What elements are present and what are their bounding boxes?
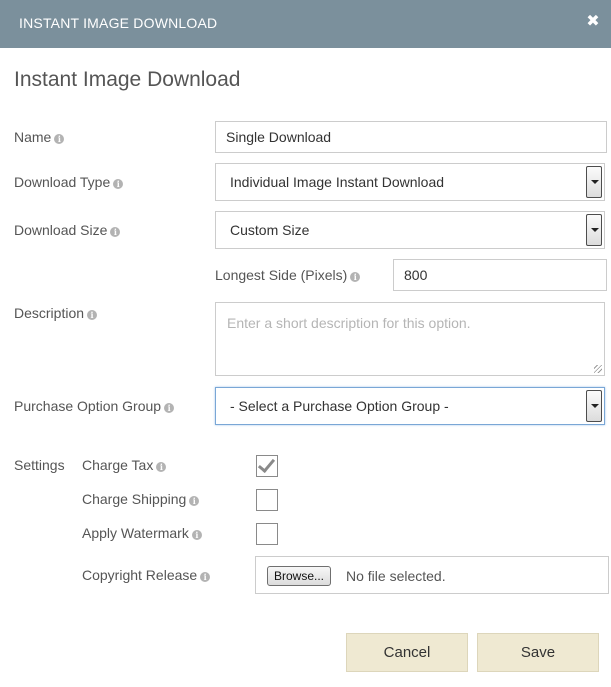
charge-tax-label: Charge Tax i [82, 457, 167, 473]
info-icon[interactable]: i [350, 272, 361, 282]
description-placeholder: Enter a short description for this optio… [227, 315, 471, 331]
name-input[interactable]: Single Download [215, 121, 607, 153]
resize-grip-icon[interactable] [594, 365, 602, 373]
download-size-label: Download Size i [14, 222, 121, 238]
purchase-option-group-label: Purchase Option Group i [14, 398, 175, 414]
dialog-title: INSTANT IMAGE DOWNLOAD [19, 15, 218, 31]
charge-shipping-checkbox[interactable] [256, 489, 278, 511]
chevron-down-icon[interactable] [586, 166, 602, 198]
info-icon[interactable]: i [110, 227, 121, 237]
save-button[interactable]: Save [477, 633, 599, 672]
charge-shipping-label: Charge Shipping i [82, 491, 200, 507]
info-icon[interactable]: i [164, 403, 175, 413]
page-title: Instant Image Download [14, 68, 241, 91]
settings-label: Settings [14, 457, 65, 473]
longest-side-label: Longest Side (Pixels) i [215, 267, 361, 283]
download-size-selected: Custom Size [230, 222, 310, 238]
description-label: Description i [14, 305, 98, 321]
dialog-titlebar: INSTANT IMAGE DOWNLOAD ✖ [0, 0, 611, 48]
download-type-select[interactable]: Individual Image Instant Download [215, 163, 605, 201]
name-label: Name i [14, 129, 65, 145]
copyright-release-file-input[interactable]: Browse... No file selected. [255, 556, 609, 594]
info-icon[interactable]: i [87, 310, 98, 320]
download-size-select[interactable]: Custom Size [215, 211, 605, 249]
cancel-button[interactable]: Cancel [346, 633, 468, 672]
chevron-down-icon[interactable] [586, 214, 602, 246]
info-icon[interactable]: i [191, 530, 202, 540]
download-type-selected: Individual Image Instant Download [230, 174, 445, 190]
info-icon[interactable]: i [156, 462, 167, 472]
copyright-release-label: Copyright Release i [82, 567, 211, 583]
purchase-option-group-select[interactable]: - Select a Purchase Option Group - [215, 387, 605, 425]
apply-watermark-checkbox[interactable] [256, 523, 278, 545]
description-textarea[interactable]: Enter a short description for this optio… [215, 302, 605, 376]
file-status: No file selected. [346, 568, 446, 584]
checkmark-icon [257, 454, 276, 474]
longest-side-input[interactable]: 800 [393, 259, 607, 291]
download-type-label: Download Type i [14, 174, 124, 190]
close-icon[interactable]: ✖ [583, 12, 603, 32]
info-icon[interactable]: i [200, 572, 211, 582]
purchase-option-group-selected: - Select a Purchase Option Group - [230, 398, 449, 414]
browse-button[interactable]: Browse... [267, 566, 332, 586]
apply-watermark-label: Apply Watermark i [82, 525, 202, 541]
chevron-down-icon[interactable] [586, 390, 602, 422]
charge-tax-checkbox[interactable] [256, 454, 278, 477]
info-icon[interactable]: i [54, 134, 65, 144]
info-icon[interactable]: i [189, 496, 200, 506]
info-icon[interactable]: i [113, 179, 124, 189]
